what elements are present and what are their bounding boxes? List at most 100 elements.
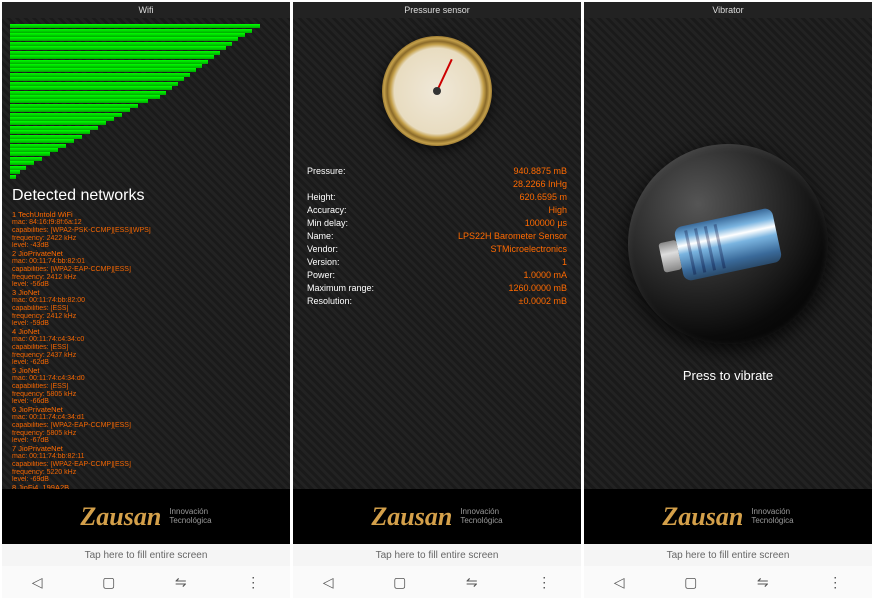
pressure-label: Maximum range: (307, 283, 374, 293)
network-name: 3 JioNet (12, 289, 280, 297)
pressure-row: Name: LPS22H Barometer Sensor (307, 229, 567, 242)
footer-logo: Zausan Innovación Tecnológica (584, 489, 872, 544)
pressure-row: Pressure:940.8875 mB (307, 164, 567, 177)
pressure-title: Pressure sensor (293, 2, 581, 18)
network-detail: mac: 00:11:74:bb:82:11 (12, 453, 280, 461)
pressure-row: Min delay: 100000 µs (307, 216, 567, 229)
nav-bar: ◁ ▢ ⇋ ⋮ (584, 566, 872, 598)
home-icon[interactable]: ▢ (102, 574, 115, 591)
network-name: 5 JioNet (12, 367, 280, 375)
pressure-gauge-icon (382, 36, 492, 146)
network-item[interactable]: 1 TechUntold WiFimac: 84:16:f9:8f:6a:12c… (12, 211, 280, 250)
network-detail: mac: 00:11:74:c4:34:d1 (12, 414, 280, 422)
pressure-row: Maximum range: 1260.0000 mB (307, 281, 567, 294)
network-detail: frequency: 2437 kHz (12, 352, 280, 360)
network-item[interactable]: 2 JioPrivateNetmac: 00:11:74:bb:82:01cap… (12, 250, 280, 289)
pressure-value: ±0.0002 mB (519, 296, 567, 306)
network-detail: frequency: 5805 kHz (12, 391, 280, 399)
pressure-row: Accuracy:High (307, 203, 567, 216)
vibrate-button[interactable] (628, 144, 828, 344)
network-item[interactable]: 3 JioNetmac: 00:11:74:bb:82:00capabiliti… (12, 289, 280, 328)
pressure-label: Pressure: (307, 166, 346, 176)
more-icon[interactable]: ⋮ (537, 574, 551, 591)
network-detail: level: -66dB (12, 398, 280, 406)
pressure-label: Height: (307, 192, 336, 202)
nav-bar: ◁ ▢ ⇋ ⋮ (2, 566, 290, 598)
pressure-content: Pressure:940.8875 mB28.2266 InHgHeight:6… (293, 18, 581, 489)
network-name: 2 JioPrivateNet (12, 250, 280, 258)
network-detail: frequency: 2412 kHz (12, 313, 280, 321)
network-detail: level: -56dB (12, 281, 280, 289)
recent-icon[interactable]: ⇋ (175, 574, 187, 591)
network-detail: mac: 00:11:74:bb:82:01 (12, 258, 280, 266)
pressure-value: 1.0000 mA (523, 270, 567, 280)
logo-text: Zausan (80, 502, 161, 532)
tap-to-fill[interactable]: Tap here to fill entire screen (293, 544, 581, 566)
pressure-label: Name: (307, 231, 334, 241)
wifi-title: Wifi (2, 2, 290, 18)
home-icon[interactable]: ▢ (684, 574, 697, 591)
back-icon[interactable]: ◁ (614, 574, 625, 591)
network-detail: capabilities: [WPA2-EAP-CCMP][ESS] (12, 461, 280, 469)
motor-icon (673, 207, 782, 282)
wifi-screen: Wifi Detected networks 1 TechUntold WiFi… (2, 2, 290, 598)
recent-icon[interactable]: ⇋ (757, 574, 769, 591)
pressure-label: Power: (307, 270, 335, 280)
network-detail: capabilities: [WPA2-EAP-CCMP][ESS] (12, 266, 280, 274)
pressure-label: Min delay: (307, 218, 348, 228)
network-item[interactable]: 5 JioNetmac: 00:11:74:c4:34:d0capabiliti… (12, 367, 280, 406)
more-icon[interactable]: ⋮ (246, 574, 260, 591)
network-name: 8 JioFi4_199A2B (12, 484, 280, 489)
network-detail: mac: 00:11:74:c4:34:c0 (12, 336, 280, 344)
back-icon[interactable]: ◁ (32, 574, 43, 591)
more-icon[interactable]: ⋮ (828, 574, 842, 591)
pressure-label: Version: (307, 257, 340, 267)
network-name: 1 TechUntold WiFi (12, 211, 280, 219)
network-detail: level: -67dB (12, 437, 280, 445)
vibrate-label: Press to vibrate (683, 368, 773, 383)
pressure-label: Accuracy: (307, 205, 347, 215)
pressure-readings: Pressure:940.8875 mB28.2266 InHgHeight:6… (293, 154, 581, 317)
pressure-row: Version: 1 (307, 255, 567, 268)
network-item[interactable]: 8 JioFi4_199A2B (12, 484, 280, 489)
pressure-value: 1260.0000 mB (508, 283, 567, 293)
logo-text: Zausan (371, 502, 452, 532)
network-detail: frequency: 5220 kHz (12, 469, 280, 477)
network-item[interactable]: 7 JioPrivateNetmac: 00:11:74:bb:82:11cap… (12, 445, 280, 484)
pressure-screen: Pressure sensor Pressure:940.8875 mB28.2… (293, 2, 581, 598)
network-detail: level: -62dB (12, 359, 280, 367)
recent-icon[interactable]: ⇋ (466, 574, 478, 591)
pressure-row: Vendor: STMicroelectronics (307, 242, 567, 255)
footer-logo: Zausan Innovación Tecnológica (2, 489, 290, 544)
network-detail: mac: 84:16:f9:8f:6a:12 (12, 219, 280, 227)
vibrator-content: Press to vibrate (584, 18, 872, 489)
back-icon[interactable]: ◁ (323, 574, 334, 591)
network-list[interactable]: 1 TechUntold WiFimac: 84:16:f9:8f:6a:12c… (2, 209, 290, 489)
network-item[interactable]: 6 JioPrivateNetmac: 00:11:74:c4:34:d1cap… (12, 406, 280, 445)
network-detail: capabilities: [WPA2-EAP-CCMP][ESS] (12, 422, 280, 430)
pressure-row: Resolution:±0.0002 mB (307, 294, 567, 307)
footer-logo: Zausan Innovación Tecnológica (293, 489, 581, 544)
network-detail: level: -59dB (12, 320, 280, 328)
pressure-value: 100000 µs (525, 218, 567, 228)
wifi-signal-chart (2, 18, 290, 183)
network-detail: capabilities: [ESS] (12, 344, 280, 352)
wifi-content: Detected networks 1 TechUntold WiFimac: … (2, 18, 290, 489)
network-detail: capabilities: [ESS] (12, 305, 280, 313)
network-detail: capabilities: [ESS] (12, 383, 280, 391)
pressure-row: Height:620.6595 m (307, 190, 567, 203)
pressure-value: STMicroelectronics (490, 244, 567, 254)
nav-bar: ◁ ▢ ⇋ ⋮ (293, 566, 581, 598)
tap-to-fill[interactable]: Tap here to fill entire screen (584, 544, 872, 566)
tap-to-fill[interactable]: Tap here to fill entire screen (2, 544, 290, 566)
pressure-value: LPS22H Barometer Sensor (458, 231, 567, 241)
pressure-row: 28.2266 InHg (307, 177, 567, 190)
network-item[interactable]: 4 JioNetmac: 00:11:74:c4:34:c0capabiliti… (12, 328, 280, 367)
pressure-label: Vendor: (307, 244, 338, 254)
detected-networks-heading: Detected networks (2, 183, 290, 209)
home-icon[interactable]: ▢ (393, 574, 406, 591)
pressure-value: 1 (562, 257, 567, 267)
network-detail: frequency: 2412 kHz (12, 274, 280, 282)
network-detail: capabilities: [WPA2-PSK-CCMP][ESS][WPS] (12, 227, 280, 235)
signal-bar-row (10, 174, 282, 178)
